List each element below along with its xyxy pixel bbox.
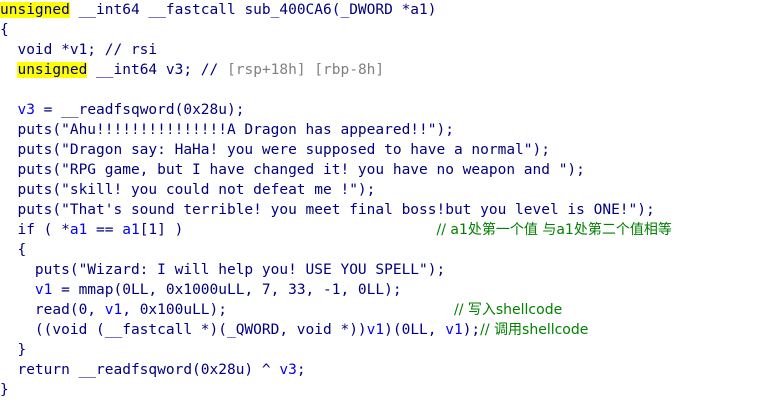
inner-close-brace-line[interactable]: }: [0, 340, 781, 360]
v3-assign-text[interactable]: = __readfsqword(0x28u);: [35, 102, 245, 118]
decl-v3-text[interactable]: __int64 v3; //: [87, 62, 227, 78]
var-v1-arg[interactable]: v1: [445, 322, 462, 338]
decl-v3-line[interactable]: unsigned __int64 v3; // [rsp+18h] [rbp-8…: [0, 60, 781, 80]
puts-line-1[interactable]: puts("Ahu!!!!!!!!!!!!!!!A Dragon has app…: [0, 120, 781, 140]
puts-line-6[interactable]: puts("Wizard: I will help you! USE YOU S…: [0, 260, 781, 280]
var-a1-index[interactable]: a1: [122, 222, 139, 238]
function-signature-line[interactable]: unsigned __int64 __fastcall sub_400CA6(_…: [0, 0, 781, 20]
inner-open-brace: {: [0, 242, 27, 258]
mmap-text[interactable]: = mmap(0LL, 0x1000uLL, 7, 33, -1, 0LL);: [52, 282, 401, 298]
open-brace-line[interactable]: {: [0, 20, 781, 40]
read-post[interactable]: , 0x100uLL);: [122, 302, 227, 318]
read-comment: // 写入shellcode: [453, 302, 563, 318]
keyword-unsigned-v3[interactable]: unsigned: [17, 62, 88, 78]
open-brace: {: [0, 22, 9, 38]
puts-line-3[interactable]: puts("RPG game, but I have changed it! y…: [0, 160, 781, 180]
decl-v1-text[interactable]: void *v1; // rsi: [0, 42, 157, 58]
var-v1-cast[interactable]: v1: [367, 322, 384, 338]
stack-offset-comment: [rsp+18h] [rbp-8h]: [227, 62, 385, 78]
var-v1-read[interactable]: v1: [105, 302, 122, 318]
puts-line-4[interactable]: puts("skill! you could not defeat me !")…: [0, 180, 781, 200]
puts-line-5[interactable]: puts("That's sound terrible! you meet fi…: [0, 200, 781, 220]
close-brace-line[interactable]: }: [0, 380, 781, 400]
puts-text-3[interactable]: puts("RPG game, but I have changed it! y…: [0, 162, 584, 178]
v3-assign-line[interactable]: v3 = __readfsqword(0x28u);: [0, 100, 781, 120]
padding: [227, 302, 454, 318]
call-post[interactable]: );: [463, 322, 480, 338]
var-a1[interactable]: a1: [70, 222, 87, 238]
return-post[interactable]: ;: [297, 362, 306, 378]
if-mid[interactable]: ==: [87, 222, 122, 238]
decl-v1-line[interactable]: void *v1; // rsi: [0, 40, 781, 60]
puts-line-2[interactable]: puts("Dragon say: HaHa! you were suppose…: [0, 140, 781, 160]
call-pre[interactable]: ((void (__fastcall *)(_QWORD, void *)): [0, 322, 367, 338]
inner-close-brace: }: [0, 342, 27, 358]
pseudocode-view[interactable]: unsigned __int64 __fastcall sub_400CA6(_…: [0, 0, 781, 403]
read-pre[interactable]: read(0,: [0, 302, 105, 318]
close-brace: }: [0, 382, 9, 398]
if-post[interactable]: [1] ): [140, 222, 184, 238]
return-line[interactable]: return __readfsqword(0x28u) ^ v3;: [0, 360, 781, 380]
if-line[interactable]: if ( *a1 == a1[1] ) // a1处第一个值 与a1处第二个值相…: [0, 220, 781, 240]
call-mid[interactable]: )(0LL,: [384, 322, 445, 338]
puts-text-5[interactable]: puts("That's sound terrible! you meet fi…: [0, 202, 654, 218]
puts-text-6[interactable]: puts("Wizard: I will help you! USE YOU S…: [0, 262, 445, 278]
read-line[interactable]: read(0, v1, 0x100uLL); // 写入shellcode: [0, 300, 781, 320]
var-v3[interactable]: v3: [17, 102, 34, 118]
mmap-line[interactable]: v1 = mmap(0LL, 0x1000uLL, 7, 33, -1, 0LL…: [0, 280, 781, 300]
signature-text[interactable]: __int64 __fastcall sub_400CA6(_DWORD *a1…: [70, 2, 437, 18]
var-v3-return[interactable]: v3: [279, 362, 296, 378]
call-line[interactable]: ((void (__fastcall *)(_QWORD, void *))v1…: [0, 320, 781, 340]
call-comment: // 调用shellcode: [480, 322, 589, 338]
keyword-unsigned[interactable]: unsigned: [0, 2, 70, 18]
padding: [183, 222, 436, 238]
puts-text-2[interactable]: puts("Dragon say: HaHa! you were suppose…: [0, 142, 550, 158]
puts-text-1[interactable]: puts("Ahu!!!!!!!!!!!!!!!A Dragon has app…: [0, 122, 454, 138]
var-v1[interactable]: v1: [35, 282, 52, 298]
puts-text-4[interactable]: puts("skill! you could not defeat me !")…: [0, 182, 375, 198]
if-pre[interactable]: if ( *: [0, 222, 69, 238]
inner-open-brace-line[interactable]: {: [0, 240, 781, 260]
return-pre[interactable]: return __readfsqword(0x28u) ^: [0, 362, 279, 378]
if-comment: // a1处第一个值 与a1处第二个值相等: [436, 222, 672, 238]
